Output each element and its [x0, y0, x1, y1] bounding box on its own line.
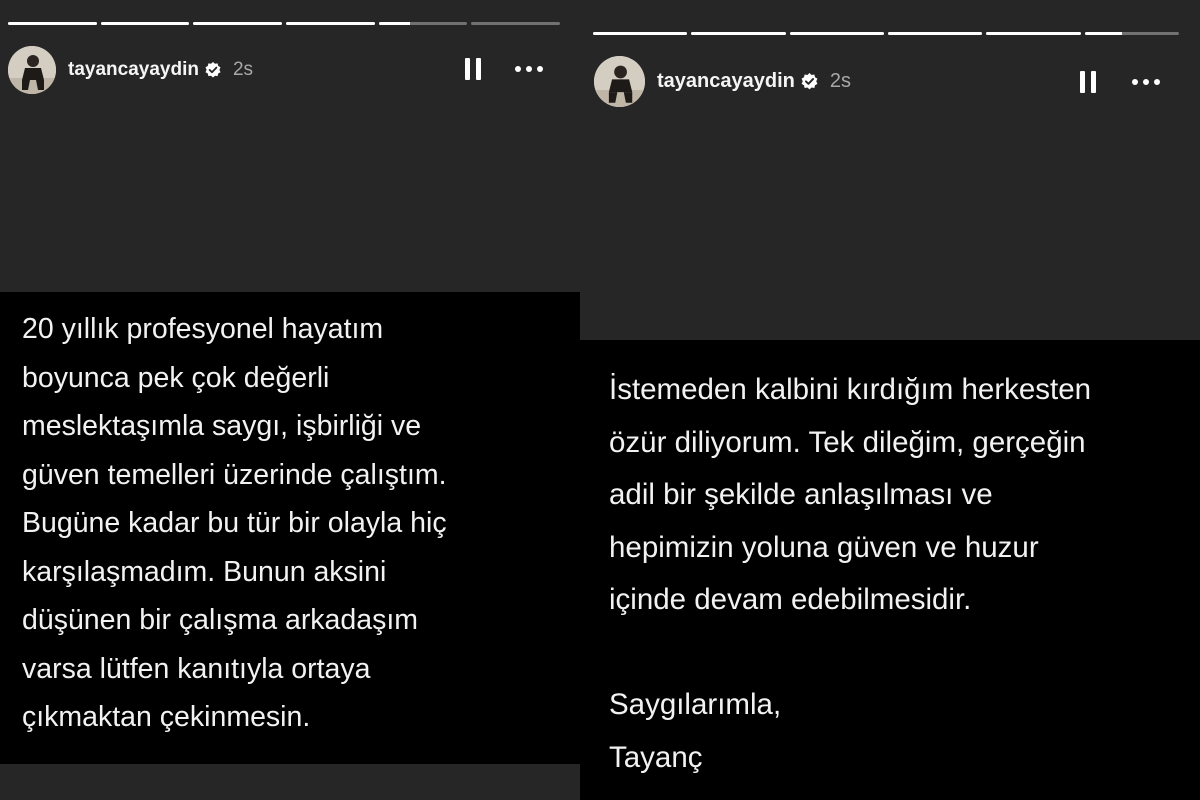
avatar[interactable] — [594, 56, 645, 107]
pause-icon — [1080, 71, 1096, 93]
story-text-line: 20 yıllık profesyonel hayatım — [22, 313, 384, 345]
more-options-button[interactable] — [1126, 66, 1166, 98]
story-text-line: karşılaşmadım. Bunun aksini — [22, 555, 387, 588]
story-panel-left: tayancayaydin 2s 20 yıllık profesyonel h… — [0, 0, 580, 800]
story-text-line: hepimizin yoluna güven ve huzur — [609, 530, 1039, 564]
story-header: tayancayaydin 2s — [8, 46, 253, 94]
progress-segment — [378, 22, 468, 25]
username[interactable]: tayancayaydin — [657, 70, 795, 93]
pause-button[interactable] — [458, 54, 488, 84]
story-text-line: Bugüne kadar bu tür bir olayla hiç — [22, 507, 447, 539]
progress-segment — [8, 22, 97, 25]
username[interactable]: tayancayaydin — [68, 59, 199, 81]
story-header: tayancayaydin 2s — [594, 56, 851, 107]
avatar[interactable] — [8, 46, 56, 94]
story-text-line: adil bir şekilde anlaşılması ve — [609, 478, 993, 511]
story-progress-bar — [593, 32, 1179, 35]
more-options-button[interactable] — [510, 54, 548, 84]
story-text-line: içinde devam edebilmesidir. — [609, 583, 972, 616]
closing-line: Saygılarımla, — [609, 688, 782, 721]
pause-button[interactable] — [1073, 66, 1103, 98]
verified-badge-icon — [800, 72, 819, 91]
story-progress-bar — [8, 22, 561, 25]
verified-badge-icon — [204, 61, 222, 79]
story-text-line: boyunca pek çok değerli — [22, 361, 330, 394]
progress-segment — [471, 22, 561, 25]
progress-segment — [100, 22, 190, 25]
more-options-icon — [1132, 79, 1160, 85]
story-panel-right: tayancayaydin 2s İstemeden kalbini kırdı… — [580, 0, 1200, 800]
progress-segment — [1084, 32, 1179, 35]
progress-segment — [691, 32, 786, 35]
progress-segment — [887, 32, 983, 35]
signature-line: Tayanç — [609, 740, 703, 774]
more-options-icon — [515, 66, 543, 72]
story-text-line: güven temelleri üzerinde çalıştım. — [22, 458, 447, 491]
progress-segment — [193, 22, 283, 25]
story-text-line: özür diliyorum. Tek dileğim, gerçeğin — [609, 425, 1086, 459]
story-text-line: çıkmaktan çekinmesin. — [22, 701, 311, 733]
progress-segment — [789, 32, 884, 35]
progress-segment — [986, 32, 1081, 35]
story-text: İstemeden kalbini kırdığım herkesten özü… — [580, 340, 1200, 800]
progress-segment — [286, 22, 375, 25]
story-text-line: İstemeden kalbini kırdığım herkesten — [609, 373, 1092, 406]
story-text-line: düşünen bir çalışma arkadaşım — [22, 604, 419, 636]
story-text-line: varsa lütfen kanıtıyla ortaya — [22, 652, 371, 685]
story-time-ago: 2s — [232, 59, 254, 80]
story-text: 20 yıllık profesyonel hayatım boyunca pe… — [0, 292, 580, 764]
pause-icon — [465, 58, 481, 80]
story-time-ago: 2s — [829, 70, 851, 92]
progress-segment — [593, 32, 688, 35]
story-text-line: meslektaşımla saygı, işbirliği ve — [22, 410, 422, 442]
